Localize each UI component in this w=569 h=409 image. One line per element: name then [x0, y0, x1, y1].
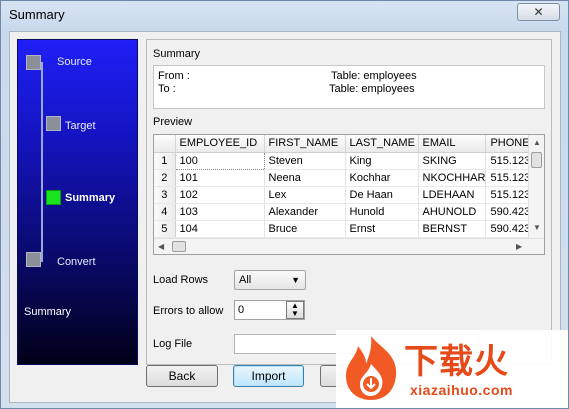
back-button[interactable]: Back — [146, 365, 218, 387]
table-cell[interactable]: King — [345, 152, 419, 170]
row-number: 1 — [154, 152, 176, 170]
preview-grid[interactable]: EMPLOYEE_ID FIRST_NAME LAST_NAME EMAIL P… — [153, 134, 545, 255]
step-node-convert-icon — [26, 252, 41, 267]
table-cell[interactable]: NKOCHHAR — [418, 169, 487, 187]
close-icon: ✕ — [533, 5, 544, 19]
table-cell[interactable]: Neena — [264, 169, 346, 187]
from-label: From : — [158, 70, 190, 82]
table-cell[interactable]: Lex — [264, 186, 346, 204]
load-rows-label: Load Rows — [153, 274, 209, 286]
errors-label: Errors to allow — [153, 305, 224, 317]
summary-panel: Summary From : Table: employees To : Tab… — [146, 39, 552, 365]
to-table: Table: employees — [329, 83, 415, 95]
column-header[interactable]: EMAIL — [418, 135, 487, 153]
table-cell[interactable]: SKING — [418, 152, 487, 170]
step-node-target-icon — [46, 116, 61, 131]
row-number: 2 — [154, 169, 176, 187]
step-label-source[interactable]: Source — [57, 56, 92, 68]
step-label-target[interactable]: Target — [65, 120, 96, 132]
window-title: Summary — [9, 7, 65, 22]
row-number-header — [154, 135, 176, 153]
close-button[interactable]: ✕ — [517, 3, 560, 21]
table-cell[interactable]: 102 — [175, 186, 265, 204]
table-row[interactable]: 2 101 Neena Kochhar NKOCHHAR 515.123 — [154, 169, 539, 187]
summary-box: From : Table: employees To : Table: empl… — [153, 65, 545, 109]
column-header[interactable]: EMPLOYEE_ID — [175, 135, 265, 153]
step-label-summary[interactable]: Summary — [65, 192, 115, 204]
chevron-down-icon: ▼ — [291, 275, 300, 285]
header-row: EMPLOYEE_ID FIRST_NAME LAST_NAME EMAIL P… — [154, 135, 539, 153]
import-button[interactable]: Import — [233, 365, 304, 387]
to-label: To : — [158, 83, 176, 95]
table-cell[interactable]: 100 — [174, 151, 265, 170]
row-number: 3 — [154, 186, 176, 204]
flame-logo-icon — [346, 336, 397, 400]
table-cell[interactable]: LDEHAAN — [418, 186, 487, 204]
spinner-arrows-icon[interactable]: ▲ ▼ — [286, 301, 304, 319]
from-table: Table: employees — [331, 70, 417, 82]
table-cell[interactable]: 101 — [175, 169, 265, 187]
preview-label: Preview — [153, 116, 193, 128]
load-rows-value: All — [239, 274, 252, 286]
scroll-down-icon[interactable]: ▼ — [533, 223, 541, 233]
section-heading: Summary — [153, 48, 201, 60]
table-cell[interactable]: Ernst — [345, 220, 419, 238]
watermark-url: xiazaihuo.com — [410, 382, 513, 398]
log-file-label: Log File — [153, 338, 193, 350]
preview-table: EMPLOYEE_ID FIRST_NAME LAST_NAME EMAIL P… — [154, 135, 539, 238]
horizontal-scrollbar[interactable]: ◀ ▶ — [154, 238, 544, 254]
table-row[interactable]: 4 103 Alexander Hunold AHUNOLD 590.423 — [154, 203, 539, 221]
column-header[interactable]: LAST_NAME — [345, 135, 419, 153]
vertical-scroll-thumb[interactable] — [531, 152, 542, 168]
scroll-left-icon[interactable]: ◀ — [158, 242, 164, 252]
step-label-convert[interactable]: Convert — [57, 256, 96, 268]
scroll-up-icon[interactable]: ▲ — [533, 138, 541, 148]
current-step-caption: Summary — [24, 306, 72, 318]
table-cell[interactable]: 103 — [175, 203, 265, 221]
table-row[interactable]: 5 104 Bruce Ernst BERNST 590.423 — [154, 220, 539, 238]
nav-connector — [41, 62, 43, 262]
column-header[interactable]: FIRST_NAME — [264, 135, 346, 153]
step-node-summary-icon — [46, 190, 61, 205]
title-bar: Summary ✕ — [1, 1, 568, 31]
table-cell[interactable]: Hunold — [345, 203, 419, 221]
table-cell[interactable]: Bruce — [264, 220, 346, 238]
table-cell[interactable]: Steven — [264, 152, 346, 170]
row-number: 4 — [154, 203, 176, 221]
scroll-right-icon[interactable]: ▶ — [516, 242, 522, 252]
vertical-scrollbar[interactable]: ▲ ▼ — [528, 135, 544, 238]
table-cell[interactable]: De Haan — [345, 186, 419, 204]
table-cell[interactable]: 104 — [175, 220, 265, 238]
table-row[interactable]: 1 100 Steven King SKING 515.123 — [154, 151, 539, 170]
table-cell[interactable]: Alexander — [264, 203, 346, 221]
row-number: 5 — [154, 220, 176, 238]
horizontal-scroll-thumb[interactable] — [172, 241, 186, 252]
watermark-cn-text: 下载火 — [404, 342, 509, 382]
wizard-nav: Source Target Summary Convert Summary — [17, 39, 138, 365]
load-rows-select[interactable]: All ▼ — [234, 270, 306, 290]
step-node-source-icon — [26, 55, 41, 70]
table-cell[interactable]: Kochhar — [345, 169, 419, 187]
dialog-window: Summary ✕ Source Target Summary Convert … — [0, 0, 569, 409]
errors-value: 0 — [238, 304, 245, 316]
watermark: 下载火 xiazaihuo.com — [336, 330, 568, 408]
table-row[interactable]: 3 102 Lex De Haan LDEHAAN 515.123 — [154, 186, 539, 204]
table-cell[interactable]: AHUNOLD — [418, 203, 487, 221]
table-cell[interactable]: BERNST — [418, 220, 487, 238]
